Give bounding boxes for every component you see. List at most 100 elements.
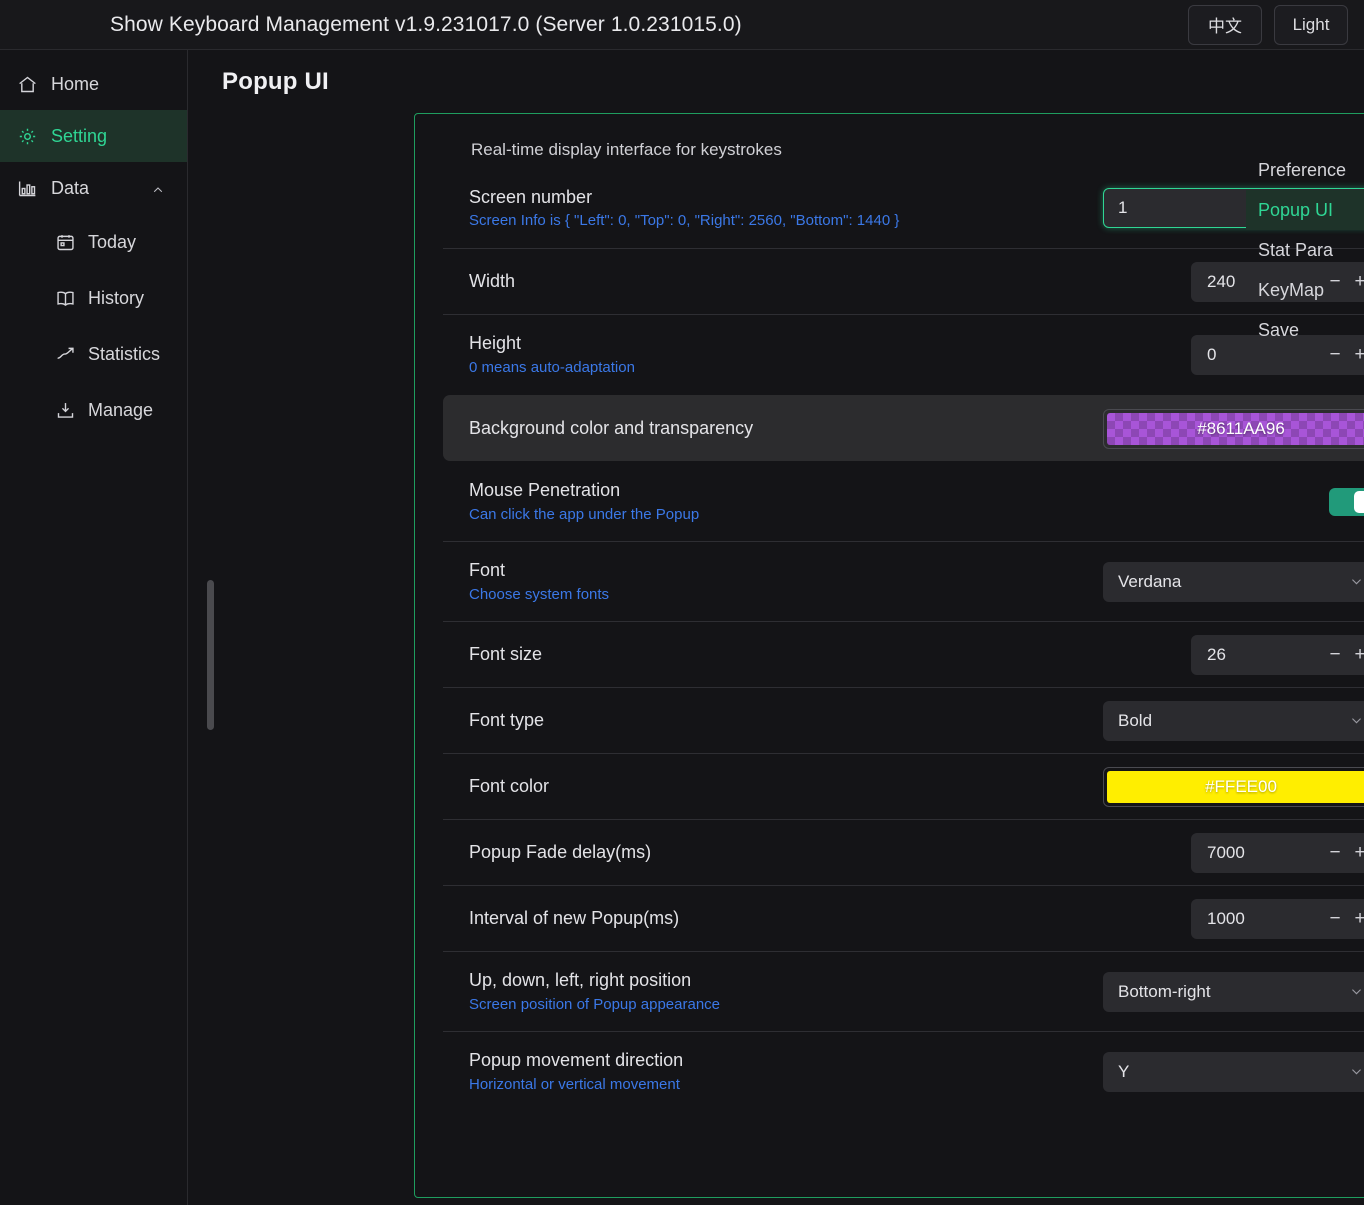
color-value-label: #FFEE00 — [1205, 776, 1277, 796]
toggle-mouse-penetration[interactable] — [1329, 487, 1364, 516]
setting-label-background-color: Background color and transparency — [469, 418, 754, 439]
chevron-down-icon — [1349, 1064, 1364, 1079]
setting-row-background-color: Background color and transparency #8611AA… — [443, 395, 1364, 461]
sidebar-item-statistics[interactable]: Statistics — [0, 326, 187, 382]
app-root: Show Keyboard Management v1.9.231017.0 (… — [0, 0, 1364, 1205]
section-nav-label: Stat Para — [1258, 239, 1334, 260]
stepper-popup-interval[interactable]: 1000 −+ — [1191, 898, 1364, 939]
select-value: Y — [1118, 1061, 1130, 1081]
language-toggle-button[interactable]: 中文 — [1188, 4, 1262, 45]
stepper-value: 26 — [1207, 644, 1226, 664]
sidebar: Home Setting Data Today History Statistics Man… — [0, 50, 188, 1205]
section-nav-item-preference[interactable]: Preference — [1246, 150, 1364, 190]
section-nav-label: Popup UI — [1258, 199, 1334, 220]
main-scrollbar-thumb[interactable] — [207, 580, 214, 730]
setting-hint-font: Choose system fonts — [469, 585, 610, 603]
minus-icon[interactable]: − — [1328, 909, 1342, 928]
card-subtitle: Real-time display interface for keystrok… — [471, 140, 782, 159]
setting-control: 7000 −+ — [1191, 832, 1364, 873]
main-scrollbar[interactable] — [203, 580, 217, 730]
bar-chart-icon — [16, 177, 38, 199]
main-content: Popup UI Real-time display interface for… — [188, 50, 1364, 1205]
sidebar-item-today[interactable]: Today — [0, 214, 187, 270]
setting-row-text: Width — [469, 259, 515, 304]
setting-label-height: Height — [469, 333, 522, 354]
section-nav-item-popup-ui[interactable]: Popup UI — [1246, 190, 1364, 230]
sidebar-item-history[interactable]: History — [0, 270, 187, 326]
setting-label-font-type: Font type — [469, 710, 545, 731]
color-swatch: #FFEE00 — [1107, 770, 1364, 803]
app-title: Show Keyboard Management v1.9.231017.0 (… — [110, 12, 742, 36]
sidebar-item-data[interactable]: Data — [0, 162, 187, 214]
sidebar-item-label: Data — [51, 178, 90, 198]
select-popup-position[interactable]: Bottom-right — [1103, 971, 1364, 1012]
select-value: Bottom-right — [1118, 981, 1211, 1001]
setting-label-font: Font — [469, 560, 506, 581]
setting-control: #FFEE00 — [1103, 766, 1364, 807]
toggle-knob — [1354, 490, 1364, 513]
sidebar-item-setting[interactable]: Setting — [0, 110, 187, 162]
color-value-label: #8611AA96 — [1197, 418, 1285, 438]
stepper-popup-fade-delay[interactable]: 7000 −+ — [1191, 832, 1364, 873]
chevron-up-icon[interactable] — [151, 181, 165, 195]
minus-icon[interactable]: − — [1328, 645, 1342, 664]
setting-row-font: Font Choose system fonts Verdana — [443, 541, 1364, 621]
setting-row-text: Font size — [469, 632, 542, 677]
select-font-type[interactable]: Bold — [1103, 700, 1364, 741]
sidebar-item-label: History — [88, 288, 145, 308]
setting-row-font-size: Font size 26 −+ — [443, 621, 1364, 687]
setting-control — [1329, 487, 1364, 516]
stepper-font-size[interactable]: 26 −+ — [1191, 634, 1364, 675]
topbar-actions: 中文 Light — [1188, 4, 1348, 45]
setting-control: Y — [1103, 1051, 1364, 1092]
book-icon — [54, 287, 76, 309]
section-nav-item-save[interactable]: Save — [1246, 310, 1364, 350]
select-value: Bold — [1118, 710, 1153, 730]
select-value: Verdana — [1118, 571, 1182, 591]
plus-icon[interactable]: + — [1353, 909, 1364, 928]
setting-row-screen-number: Screen number Screen Info is { "Left": 0,… — [443, 168, 1364, 248]
stepper-buttons: −+ — [1328, 843, 1364, 862]
gear-icon — [16, 125, 38, 147]
setting-row-text: Font Choose system fonts — [469, 548, 609, 615]
select-font[interactable]: Verdana — [1103, 561, 1364, 602]
setting-hint-mouse-penetration: Can click the app under the Popup — [469, 505, 700, 523]
setting-control: 1000 −+ — [1191, 898, 1364, 939]
chevron-down-icon — [1349, 574, 1364, 589]
select-value: 1 — [1118, 198, 1128, 217]
theme-toggle-button[interactable]: Light — [1274, 4, 1348, 45]
sidebar-item-home[interactable]: Home — [0, 58, 187, 110]
stepper-buttons: −+ — [1328, 645, 1364, 664]
setting-label-screen-number: Screen number — [469, 186, 593, 207]
stepper-value: 7000 — [1207, 842, 1245, 862]
setting-label-font-size: Font size — [469, 644, 543, 665]
color-picker-background-color[interactable]: #8611AA96 — [1103, 408, 1364, 449]
setting-row-popup-movement-direction: Popup movement direction Horizontal or ve… — [443, 1031, 1364, 1111]
select-popup-movement-direction[interactable]: Y — [1103, 1051, 1364, 1092]
section-nav-item-keymap[interactable]: KeyMap — [1246, 270, 1364, 310]
setting-row-text: Screen number Screen Info is { "Left": 0,… — [469, 175, 899, 242]
sidebar-item-manage[interactable]: Manage — [0, 382, 187, 438]
stepper-value: 240 — [1207, 271, 1236, 291]
trend-up-icon — [54, 343, 76, 365]
setting-label-popup-movement-direction: Popup movement direction — [469, 1050, 684, 1071]
sidebar-item-label: Setting — [51, 126, 108, 146]
minus-icon[interactable]: − — [1328, 843, 1342, 862]
setting-row-text: Background color and transparency — [469, 406, 753, 451]
chevron-down-icon — [1349, 713, 1364, 728]
color-picker-font-color[interactable]: #FFEE00 — [1103, 766, 1364, 807]
setting-hint-popup-position: Screen position of Popup appearance — [469, 995, 721, 1013]
section-nav-item-stat-para[interactable]: Stat Para — [1246, 230, 1364, 270]
setting-label-popup-interval: Interval of new Popup(ms) — [469, 908, 680, 929]
setting-row-popup-position: Up, down, left, right position Screen pos… — [443, 951, 1364, 1031]
setting-row-text: Mouse Penetration Can click the app under… — [469, 468, 699, 535]
setting-row-text: Height 0 means auto-adaptation — [469, 321, 635, 388]
download-box-icon — [54, 399, 76, 421]
body-wrapper: Home Setting Data Today History Statistics Man… — [0, 50, 1364, 1205]
setting-control: Verdana — [1103, 561, 1364, 602]
plus-icon[interactable]: + — [1353, 645, 1364, 664]
setting-row-text: Up, down, left, right position Screen pos… — [469, 958, 720, 1025]
setting-hint-screen-number: Screen Info is { "Left": 0, "Top": 0, "R… — [469, 212, 900, 230]
sidebar-item-label: Today — [88, 232, 137, 252]
plus-icon[interactable]: + — [1353, 843, 1364, 862]
